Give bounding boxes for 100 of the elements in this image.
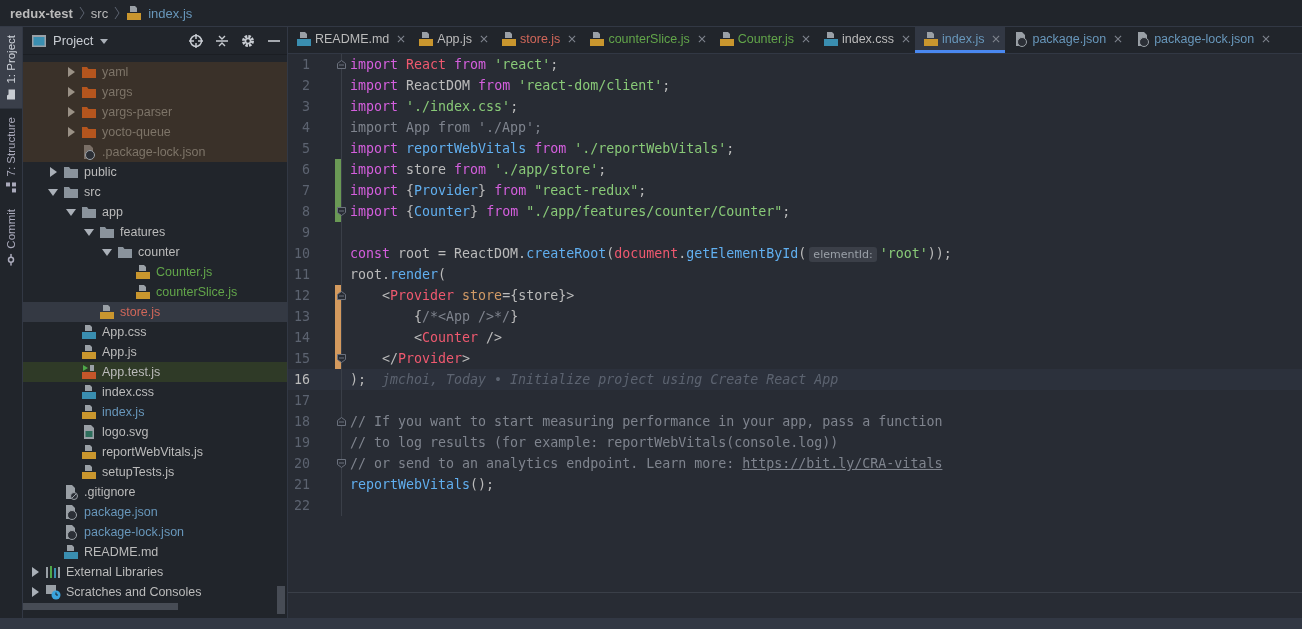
- close-icon[interactable]: [1114, 34, 1123, 43]
- tool-window-tab[interactable]: Commit: [0, 201, 22, 274]
- tree-item[interactable]: README.md: [23, 542, 287, 562]
- folder-icon: [5, 88, 17, 101]
- editor-tab[interactable]: store.js: [493, 27, 582, 53]
- editor-tab[interactable]: package.json: [1005, 27, 1128, 53]
- code-line: const root = ReactDOM.createRoot(document.getElementById( elementId: 'root'));: [350, 246, 952, 261]
- tree-item[interactable]: package.json: [23, 502, 287, 522]
- line-number: 15: [293, 351, 310, 366]
- line-number: 16: [293, 372, 310, 387]
- line-number: 3: [301, 99, 310, 114]
- css-file-icon: [81, 384, 97, 400]
- window-icon: [31, 32, 47, 49]
- tree-item[interactable]: counterSlice.js: [23, 282, 287, 302]
- editor-tab[interactable]: package-lock.json: [1127, 27, 1276, 53]
- code-line: reportWebVitals();: [350, 477, 495, 492]
- panel-title[interactable]: Project: [53, 33, 94, 48]
- tree-item[interactable]: app: [23, 202, 287, 222]
- tool-window-tab[interactable]: 1: Project: [0, 27, 22, 109]
- close-icon[interactable]: [801, 34, 810, 43]
- editor-tab[interactable]: index.css: [814, 27, 916, 53]
- settings-icon[interactable]: [241, 33, 255, 48]
- tree-item[interactable]: App.js: [23, 342, 287, 362]
- commit-icon: [5, 253, 17, 266]
- tree-item[interactable]: package-lock.json: [23, 522, 287, 542]
- parameter-hint: elementId:: [809, 247, 877, 262]
- close-icon[interactable]: [1262, 34, 1271, 43]
- close-icon[interactable]: [397, 34, 406, 43]
- folder-icon: [81, 124, 97, 140]
- tree-item[interactable]: src: [23, 182, 287, 202]
- editor-tab[interactable]: counterSlice.js: [581, 27, 711, 53]
- css-file-icon: [822, 30, 839, 47]
- tree-item[interactable]: features: [23, 222, 287, 242]
- code-line: // to log results (for example: reportWebVitals(console.log)): [350, 435, 839, 450]
- line-number: 20: [293, 456, 310, 471]
- fold-icon[interactable]: [336, 417, 346, 426]
- line-number: 5: [301, 141, 310, 156]
- folder-icon: [81, 204, 97, 220]
- folder-icon: [81, 64, 97, 80]
- tree-item[interactable]: public: [23, 162, 287, 182]
- js-file-icon: [81, 464, 97, 480]
- locate-icon[interactable]: [189, 33, 203, 48]
- close-icon[interactable]: [902, 34, 911, 43]
- editor-tab[interactable]: index.js: [915, 27, 1006, 53]
- json-file-icon: [63, 524, 79, 540]
- fold-icon[interactable]: [336, 291, 346, 300]
- js-file-icon: [923, 30, 940, 47]
- fold-icon[interactable]: [336, 207, 346, 216]
- line-number: 1: [301, 57, 310, 72]
- fold-icon[interactable]: [336, 459, 346, 468]
- tree-item[interactable]: Counter.js: [23, 262, 287, 282]
- folder-icon: [81, 84, 97, 100]
- fold-icon[interactable]: [336, 354, 346, 363]
- md-file-icon: [63, 544, 79, 560]
- breadcrumb-item[interactable]: src: [90, 5, 109, 21]
- tree-item[interactable]: logo.svg: [23, 422, 287, 442]
- folder-icon: [63, 184, 79, 200]
- tree-item[interactable]: App.test.js: [23, 362, 287, 382]
- code-line: // If you want to start measuring performance in your app, pass a function: [350, 414, 943, 429]
- js-file-icon: [99, 304, 115, 320]
- tree-item[interactable]: .gitignore: [23, 482, 287, 502]
- editor-tab[interactable]: README.md: [288, 27, 411, 53]
- line-number: 7: [301, 183, 310, 198]
- line-number: 19: [293, 435, 310, 450]
- js-file-icon: [81, 344, 97, 360]
- libraries-icon: [45, 564, 61, 580]
- tree-item[interactable]: reportWebVitals.js: [23, 442, 287, 462]
- tool-window-tab[interactable]: 7: Structure: [0, 108, 22, 202]
- close-icon[interactable]: [568, 34, 577, 43]
- horizontal-scrollbar[interactable]: [23, 603, 178, 610]
- added-lines-marker[interactable]: [335, 159, 341, 180]
- tree-item[interactable]: index.js: [23, 402, 287, 422]
- breadcrumb-item[interactable]: index.js: [148, 5, 193, 21]
- close-icon[interactable]: [697, 34, 706, 43]
- md-file-icon: [296, 30, 312, 47]
- tree-item[interactable]: Scratches and Consoles: [23, 582, 287, 602]
- breadcrumb-item[interactable]: redux-test: [10, 5, 73, 21]
- fold-icon[interactable]: [336, 60, 346, 69]
- line-number: 17: [293, 393, 310, 408]
- vertical-scrollbar[interactable]: [277, 586, 285, 614]
- tree-item[interactable]: App.css: [23, 322, 287, 342]
- close-icon[interactable]: [480, 34, 489, 43]
- editor-tab[interactable]: App.js: [410, 27, 494, 53]
- code-line: import reportWebVitals from './reportWebVitals';: [350, 141, 735, 156]
- tree-item[interactable]: External Libraries: [23, 562, 287, 582]
- js-file-icon: [501, 30, 518, 47]
- tree-item[interactable]: setupTests.js: [23, 462, 287, 482]
- code-line: import {Provider} from "react-redux";: [350, 183, 647, 198]
- link[interactable]: https://bit.ly/CRA-vitals: [742, 456, 943, 471]
- collapse-all-icon[interactable]: [215, 33, 229, 48]
- js-file-icon: [418, 30, 435, 47]
- tree-item[interactable]: index.css: [23, 382, 287, 402]
- code-line: <Provider store={store}>: [381, 288, 575, 303]
- code-line: import store from './app/store';: [350, 162, 607, 177]
- line-number: 2: [301, 78, 310, 93]
- js-file-icon: [135, 264, 151, 280]
- tree-item[interactable]: counter: [23, 242, 287, 262]
- editor-tab[interactable]: Counter.js: [710, 27, 815, 53]
- close-icon[interactable]: [992, 34, 1001, 43]
- code-line: import {Counter} from "./app/features/counter/Counter";: [350, 204, 791, 219]
